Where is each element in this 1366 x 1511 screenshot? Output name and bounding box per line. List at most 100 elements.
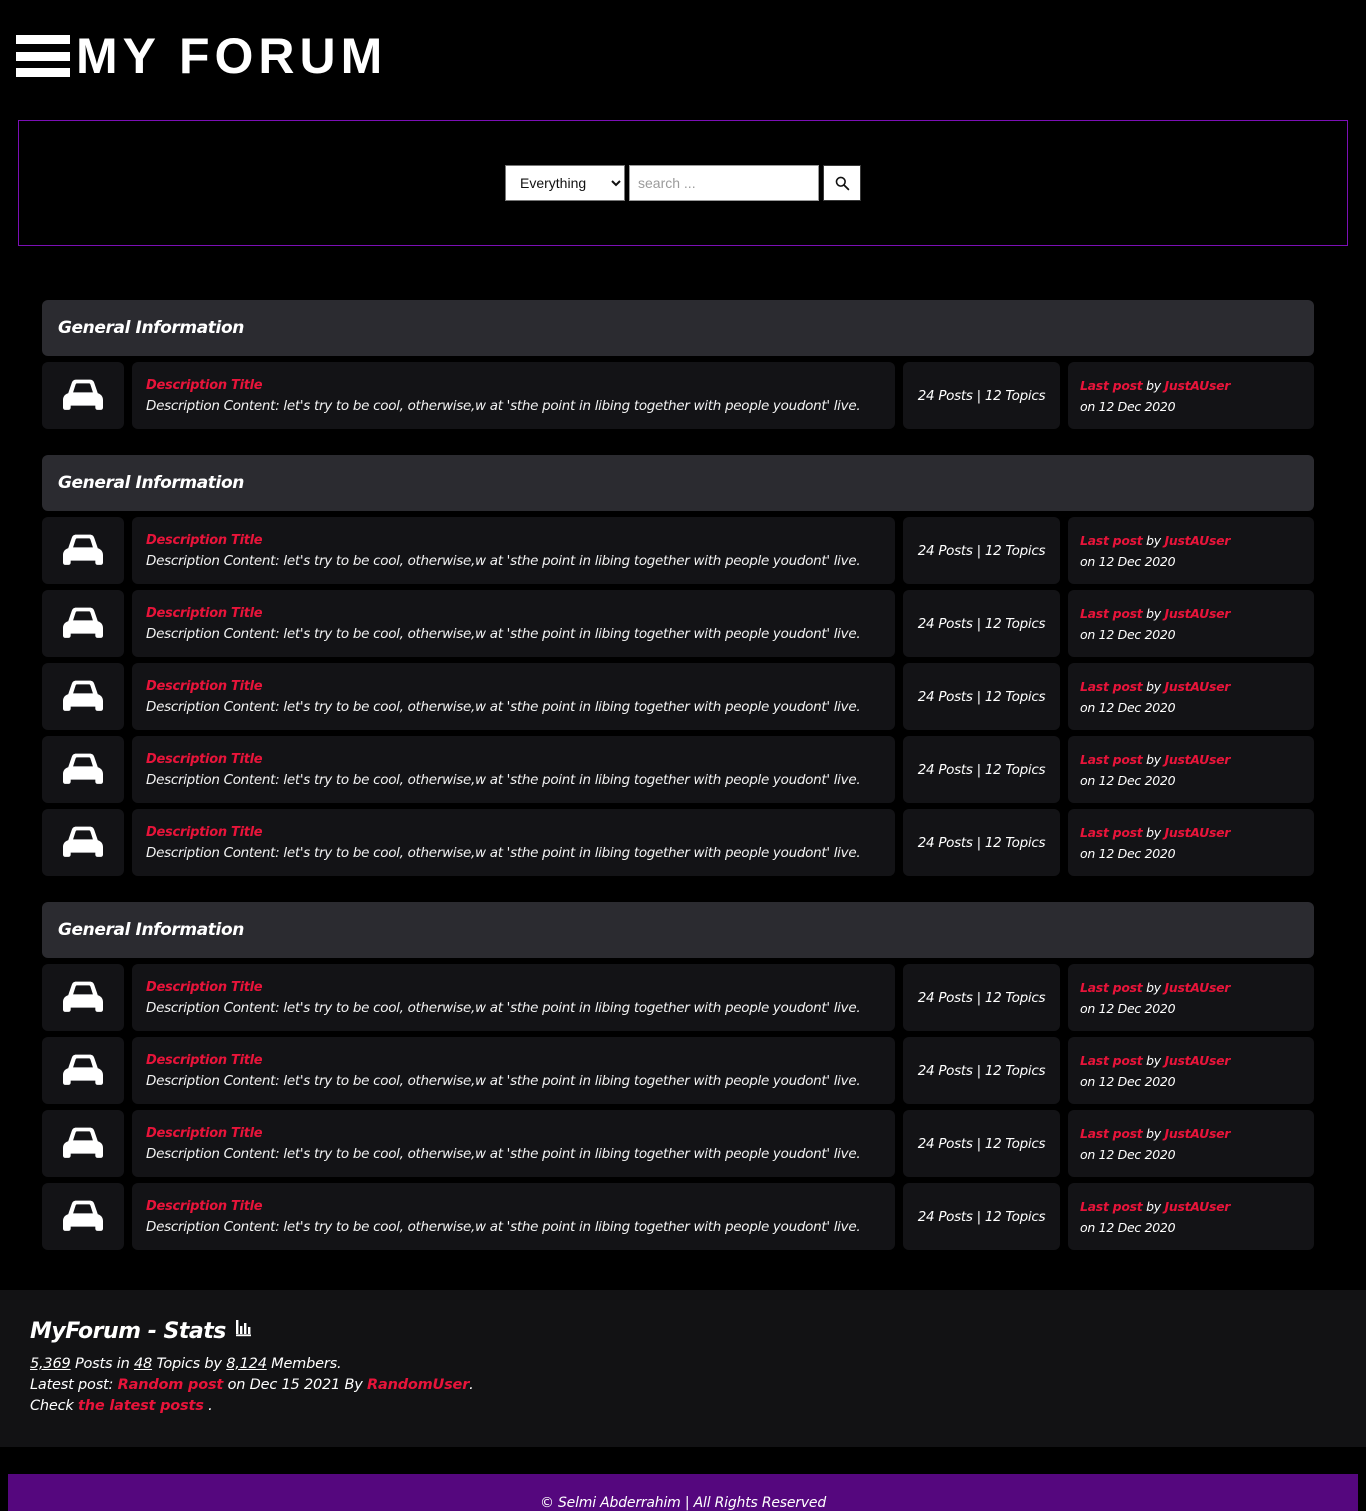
forum-title-link[interactable]: Description Title	[146, 378, 881, 393]
last-post-label[interactable]: Last post	[1080, 980, 1143, 995]
forum-row[interactable]: Description Title Description Content: le…	[42, 1037, 1314, 1104]
forum-stats-cell: 24 Posts | 12 Topics	[903, 362, 1060, 429]
forum-title-link[interactable]: Description Title	[146, 825, 881, 840]
forum-stats-section: MyForum - Stats 5,369 Posts in 48 Topics…	[0, 1290, 1366, 1447]
last-post-date: 12 Dec 2020	[1098, 398, 1176, 414]
forum-title-link[interactable]: Description Title	[146, 533, 881, 548]
forum-row[interactable]: Description Title Description Content: le…	[42, 362, 1314, 429]
last-post-label[interactable]: Last post	[1080, 606, 1143, 621]
forum-title-link[interactable]: Description Title	[146, 752, 881, 767]
last-post-line: Last post by JustAUser	[1080, 980, 1314, 995]
site-brand-title[interactable]: MY FORUM	[76, 31, 387, 81]
car-icon	[63, 534, 103, 565]
forum-last-post-cell: Last post by JustAUser on 12 Dec 2020	[1068, 362, 1314, 429]
last-post-user-link[interactable]: JustAUser	[1165, 533, 1231, 548]
last-post-user-link[interactable]: JustAUser	[1165, 1053, 1231, 1068]
forum-row[interactable]: Description Title Description Content: le…	[42, 964, 1314, 1031]
last-post-date: 12 Dec 2020	[1098, 553, 1176, 569]
forum-icon-cell	[42, 809, 124, 876]
last-post-date: 12 Dec 2020	[1098, 1000, 1176, 1016]
category-header[interactable]: General Information	[42, 455, 1314, 511]
search-submit-button[interactable]	[823, 165, 861, 201]
last-post-label[interactable]: Last post	[1080, 1126, 1143, 1141]
last-post-label[interactable]: Last post	[1080, 1199, 1143, 1214]
last-post-line: Last post by JustAUser	[1080, 825, 1314, 840]
category-title: General Information	[58, 318, 244, 338]
forum-row[interactable]: Description Title Description Content: le…	[42, 517, 1314, 584]
forum-description-cell: Description Title Description Content: le…	[132, 1110, 895, 1177]
last-post-user-link[interactable]: JustAUser	[1165, 825, 1231, 840]
forum-description-text: Description Content: let's try to be coo…	[146, 1145, 861, 1162]
forum-row[interactable]: Description Title Description Content: le…	[42, 663, 1314, 730]
forum-row[interactable]: Description Title Description Content: le…	[42, 736, 1314, 803]
last-post-date: 12 Dec 2020	[1098, 699, 1176, 715]
last-post-user-link[interactable]: JustAUser	[1165, 679, 1231, 694]
last-post-label[interactable]: Last post	[1080, 1053, 1143, 1068]
last-post-user-link[interactable]: JustAUser	[1165, 378, 1231, 393]
last-post-user-link[interactable]: JustAUser	[1165, 1126, 1231, 1141]
forum-description-text: Description Content: let's try to be coo…	[146, 625, 861, 642]
forum-row[interactable]: Description Title Description Content: le…	[42, 590, 1314, 657]
forum-list: General Information Description Title Desc…	[0, 246, 1366, 1250]
last-post-date-line: on 12 Dec 2020	[1080, 1147, 1314, 1162]
last-post-by-label: by	[1146, 605, 1161, 621]
forum-stats-cell: 24 Posts | 12 Topics	[903, 1183, 1060, 1250]
burger-bar	[16, 35, 70, 44]
forum-last-post-cell: Last post by JustAUser on 12 Dec 2020	[1068, 1183, 1314, 1250]
forum-title-link[interactable]: Description Title	[146, 1199, 881, 1214]
last-post-label[interactable]: Last post	[1080, 533, 1143, 548]
last-post-line: Last post by JustAUser	[1080, 533, 1314, 548]
search-input[interactable]	[629, 165, 819, 201]
forum-category: General Information Description Title Desc…	[42, 455, 1314, 876]
site-header: MY FORUM	[0, 0, 1366, 112]
stats-latest-posts-link[interactable]: the latest posts	[78, 1398, 204, 1414]
last-post-line: Last post by JustAUser	[1080, 1199, 1314, 1214]
forum-last-post-cell: Last post by JustAUser on 12 Dec 2020	[1068, 1037, 1314, 1104]
forum-icon-cell	[42, 590, 124, 657]
last-post-on-label: on	[1080, 1146, 1095, 1162]
stats-latest-post-line: Latest post: Random post on Dec 15 2021 …	[30, 1375, 1366, 1396]
forum-description-cell: Description Title Description Content: le…	[132, 1183, 895, 1250]
forum-description-cell: Description Title Description Content: le…	[132, 809, 895, 876]
forum-counts-text: 24 Posts | 12 Topics	[917, 1208, 1046, 1225]
forum-description-text: Description Content: let's try to be coo…	[146, 397, 861, 414]
last-post-label[interactable]: Last post	[1080, 752, 1143, 767]
search-scope-select[interactable]: Everything	[505, 165, 625, 201]
footer-copyright: © Selmi Abderrahim | All Rights Reserved	[539, 1495, 827, 1511]
car-icon	[63, 981, 103, 1012]
stats-members-count: 8,124	[226, 1356, 267, 1372]
forum-row[interactable]: Description Title Description Content: le…	[42, 1110, 1314, 1177]
last-post-label[interactable]: Last post	[1080, 825, 1143, 840]
last-post-label[interactable]: Last post	[1080, 679, 1143, 694]
hamburger-menu-icon[interactable]	[16, 33, 70, 79]
stats-latest-user-link[interactable]: RandomUser	[367, 1377, 469, 1393]
forum-title-link[interactable]: Description Title	[146, 980, 881, 995]
forum-title-link[interactable]: Description Title	[146, 679, 881, 694]
last-post-user-link[interactable]: JustAUser	[1165, 1199, 1231, 1214]
category-header[interactable]: General Information	[42, 300, 1314, 356]
forum-counts-text: 24 Posts | 12 Topics	[917, 1135, 1046, 1152]
forum-title-link[interactable]: Description Title	[146, 606, 881, 621]
last-post-by-label: by	[1146, 1198, 1161, 1214]
last-post-date: 12 Dec 2020	[1098, 626, 1176, 642]
last-post-label[interactable]: Last post	[1080, 378, 1143, 393]
search-form: Everything	[505, 165, 861, 201]
car-icon	[63, 1127, 103, 1158]
last-post-by-label: by	[1146, 678, 1161, 694]
stats-counts-line: 5,369 Posts in 48 Topics by 8,124 Member…	[30, 1354, 1366, 1375]
forum-title-link[interactable]: Description Title	[146, 1053, 881, 1068]
forum-row[interactable]: Description Title Description Content: le…	[42, 809, 1314, 876]
stats-latest-period: .	[469, 1377, 474, 1393]
forum-row[interactable]: Description Title Description Content: le…	[42, 1183, 1314, 1250]
last-post-user-link[interactable]: JustAUser	[1165, 752, 1231, 767]
category-header[interactable]: General Information	[42, 902, 1314, 958]
forum-title-link[interactable]: Description Title	[146, 1126, 881, 1141]
stats-title-text: MyForum - Stats	[30, 1318, 226, 1344]
stats-latest-post-link[interactable]: Random post	[118, 1377, 224, 1393]
last-post-user-link[interactable]: JustAUser	[1165, 980, 1231, 995]
last-post-user-link[interactable]: JustAUser	[1165, 606, 1231, 621]
forum-description-cell: Description Title Description Content: le…	[132, 362, 895, 429]
search-panel: Everything	[18, 120, 1348, 246]
forum-stats-cell: 24 Posts | 12 Topics	[903, 736, 1060, 803]
forum-counts-text: 24 Posts | 12 Topics	[917, 688, 1046, 705]
